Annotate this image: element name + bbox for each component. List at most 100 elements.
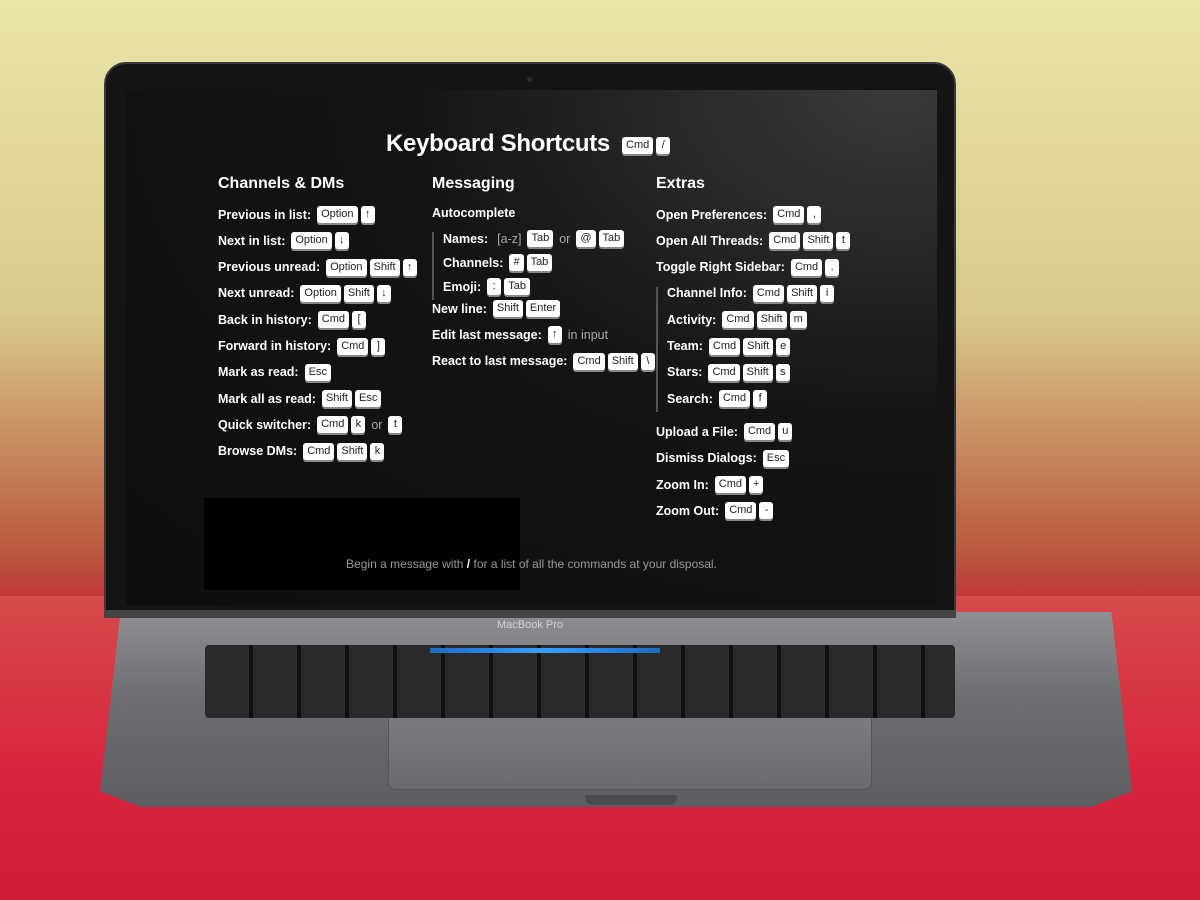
shortcut-label: Forward in history:: [218, 339, 332, 353]
camera-icon: [527, 77, 532, 82]
key: .: [825, 258, 840, 276]
key: ,: [807, 206, 822, 223]
key: s: [775, 363, 790, 381]
key: Option: [291, 232, 332, 250]
key: [: [352, 311, 367, 329]
shortcut-label: Stars:: [667, 365, 703, 380]
touch-bar: [430, 648, 660, 653]
column-heading: Channels & DMs: [218, 175, 345, 192]
key: Cmd: [622, 137, 654, 154]
shortcut-row: Emoji:: Tab: [443, 278, 530, 295]
key: Shift: [742, 363, 773, 381]
key: ↑: [547, 326, 562, 344]
shortcut-row: Activity: Cmd Shift m: [667, 311, 807, 329]
key: #: [509, 254, 524, 271]
key: t: [388, 416, 403, 434]
lid-notch: [585, 795, 677, 805]
key: Tab: [598, 230, 625, 247]
key: +: [749, 476, 764, 493]
title-shortcut: Cmd /: [622, 137, 671, 154]
footer-text: for a list of all the commands at your d…: [473, 557, 717, 571]
shortcut-row: Open Preferences: Cmd,: [656, 206, 822, 223]
shortcut-note: [a-z]: [497, 231, 522, 246]
shortcut-note: in input: [567, 327, 609, 342]
shortcut-row: Zoom Out: Cmd -: [656, 502, 774, 520]
shortcut-label: Open Preferences:: [656, 207, 768, 222]
footer-text: Begin a message with: [346, 557, 464, 571]
trackpad: [388, 718, 872, 790]
laptop-hinge: [104, 610, 956, 618]
shortcut-row: Channels: # Tab: [443, 254, 553, 271]
shortcut-label: React to last message:: [432, 354, 568, 369]
shortcut-note: or: [559, 231, 571, 246]
shortcut-row: Toggle Right Sidebar: Cmd.: [656, 258, 840, 276]
device-label: MacBook Pro: [496, 619, 564, 631]
key: Tab: [504, 278, 530, 295]
shortcut-row: Mark as read: Esc: [218, 363, 331, 381]
shortcut-note: or: [371, 417, 383, 432]
key: Shift: [787, 284, 818, 302]
shortcut-label: Mark all as read:: [218, 391, 316, 406]
key: Esc: [762, 449, 790, 467]
shortcut-label: Channels:: [443, 255, 504, 270]
key: Shift: [803, 232, 834, 250]
key: Cmd: [303, 442, 335, 460]
shortcut-row: React to last message: Cmd Shift \: [432, 352, 655, 370]
shortcut-label: Upload a File:: [656, 424, 738, 439]
shortcut-label: Zoom In:: [656, 477, 709, 492]
shortcut-row: Browse DMs: Cmd Shift k: [218, 442, 385, 460]
shortcut-row: Stars: Cmd Shift s: [667, 363, 790, 381]
key: e: [776, 337, 791, 355]
key: :: [487, 278, 502, 295]
slash-key: /: [466, 557, 471, 571]
key: Cmd: [752, 284, 785, 302]
shortcut-row: Names: [a-z] Tab or @ Tab: [443, 230, 625, 247]
shortcut-row: Channel Info: Cmd Shift i: [667, 284, 835, 302]
key: Cmd: [743, 423, 776, 441]
shortcut-row: Quick switcher: Cmd k or t: [218, 416, 403, 434]
shortcut-label: Next in list:: [218, 233, 286, 248]
shortcut-label: Open All Threads:: [656, 233, 764, 248]
key: Cmd: [722, 311, 754, 329]
column-heading: Messaging: [432, 175, 515, 192]
key: Tab: [527, 230, 554, 247]
shortcut-label: Mark as read:: [218, 365, 299, 380]
footer-hint: Begin a message with / for a list of all…: [126, 557, 937, 571]
group-divider: [656, 286, 658, 413]
shortcut-label: Emoji:: [443, 279, 482, 294]
key: ↑: [402, 258, 417, 276]
key: ↓: [376, 284, 391, 302]
key: Cmd: [714, 476, 746, 493]
shortcut-label: Previous unread:: [218, 260, 321, 275]
key: Shift: [337, 442, 368, 460]
shortcut-label: Channel Info:: [667, 286, 747, 301]
shortcut-row: Forward in history: Cmd]: [218, 337, 386, 355]
key: Cmd: [790, 258, 823, 276]
key: Cmd: [769, 232, 801, 250]
key: k: [351, 416, 366, 434]
key: u: [778, 423, 793, 441]
key: @: [576, 230, 596, 247]
key: Shift: [321, 390, 352, 408]
key: Cmd: [573, 352, 605, 370]
shortcut-row: Next in list: Option ↓: [218, 232, 349, 250]
key: Shift: [756, 311, 787, 329]
page-title: Keyboard Shortcuts: [386, 130, 610, 157]
key: t: [836, 232, 851, 250]
shortcut-row: Autocomplete: [432, 206, 518, 220]
key: Esc: [304, 363, 331, 381]
shortcut-row: Search: Cmd f: [667, 390, 768, 408]
key: ]: [371, 337, 386, 355]
key: Shift: [607, 352, 638, 370]
key: Shift: [369, 258, 400, 276]
shortcut-row: Back in history: Cmd[: [218, 311, 367, 329]
key: Tab: [526, 254, 553, 271]
shortcut-row: Zoom In: Cmd +: [656, 476, 764, 493]
key: /: [656, 137, 671, 154]
key: Option: [317, 206, 358, 223]
image-preview: [204, 498, 520, 590]
key: ↑: [360, 206, 375, 223]
shortcut-row: Previous unread: Option Shift ↑: [218, 258, 417, 276]
shortcut-row: New line: Shift Enter: [432, 300, 561, 317]
shortcut-row: Edit last message: ↑ in input: [432, 326, 611, 344]
